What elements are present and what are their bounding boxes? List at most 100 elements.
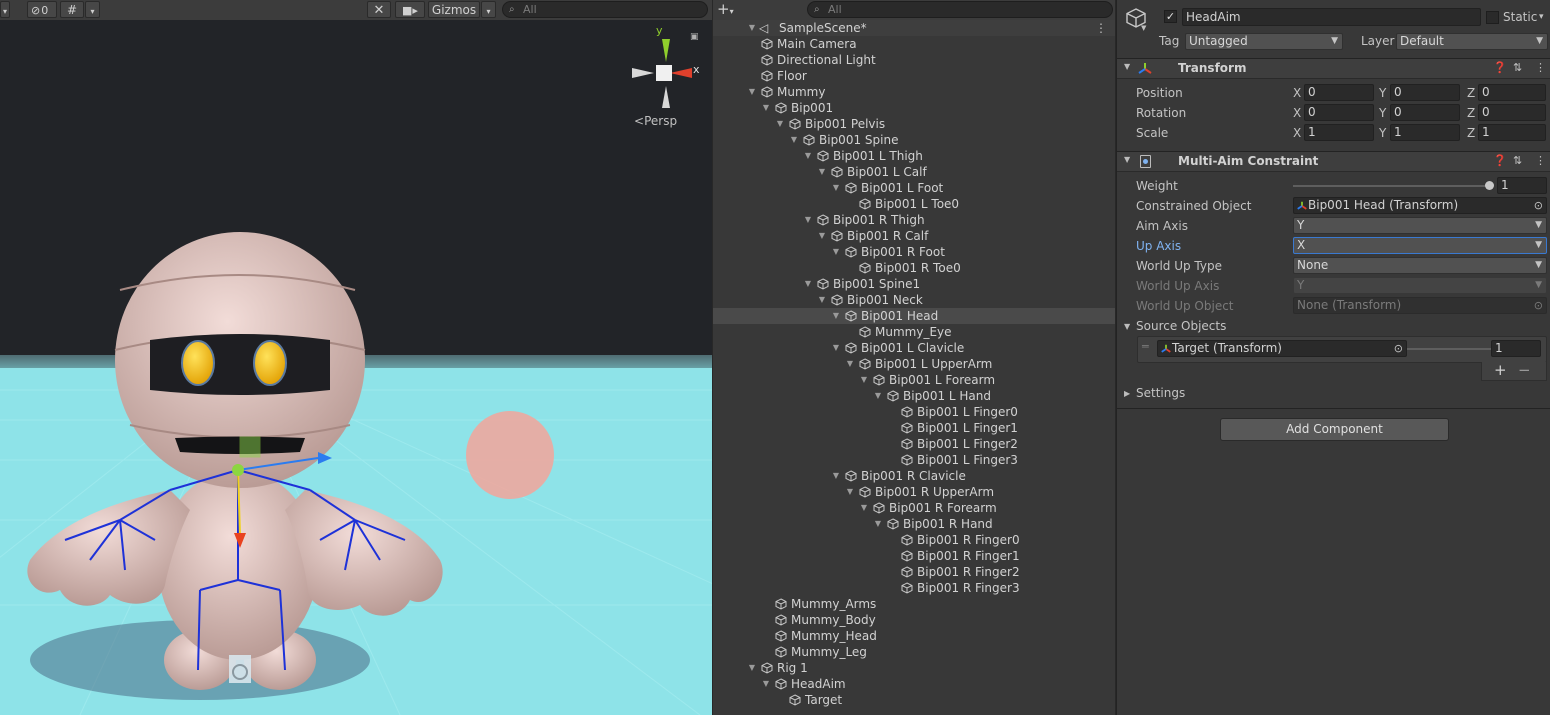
help-icon[interactable]: ❓ — [1493, 154, 1507, 167]
more-options-icon[interactable]: ⋮ — [1535, 61, 1546, 74]
help-icon[interactable]: ❓ — [1493, 61, 1507, 74]
position-z-axis-label[interactable]: Z — [1467, 86, 1475, 100]
expand-arrow-icon[interactable]: ▼ — [747, 660, 757, 676]
position-x-field[interactable]: 0 — [1304, 84, 1374, 101]
hierarchy-item[interactable]: Bip001 R Finger0 — [713, 532, 1115, 548]
lock-icon[interactable]: ▣ — [690, 32, 699, 42]
expand-arrow-icon[interactable]: ▼ — [831, 308, 841, 324]
expand-arrow-icon[interactable]: ▼ — [845, 356, 855, 372]
active-checkbox[interactable]: ✓ — [1164, 10, 1177, 23]
hierarchy-item[interactable]: Bip001 R Toe0 — [713, 260, 1115, 276]
weight-field[interactable]: 1 — [1497, 177, 1547, 194]
hierarchy-item[interactable]: ▼ Bip001 R Forearm — [713, 500, 1115, 516]
tools-button[interactable]: ✕ — [367, 1, 391, 18]
target-sphere[interactable] — [466, 411, 554, 499]
hierarchy-item[interactable]: Bip001 R Finger1 — [713, 548, 1115, 564]
expand-arrow-icon[interactable]: ▼ — [761, 100, 771, 116]
constrained-object-field[interactable]: Bip001 Head (Transform) ⊙ — [1293, 197, 1547, 214]
expand-arrow-icon[interactable]: ▼ — [831, 244, 841, 260]
hierarchy-item[interactable]: Target — [713, 692, 1115, 708]
hierarchy-item[interactable]: Bip001 L Toe0 — [713, 196, 1115, 212]
hierarchy-item[interactable]: ▼ Bip001 R Foot — [713, 244, 1115, 260]
scale-z-field[interactable]: 1 — [1478, 124, 1546, 141]
scale-y-axis-label[interactable]: Y — [1379, 126, 1386, 140]
hierarchy-item[interactable]: ▼ Rig 1 — [713, 660, 1115, 676]
hierarchy-item[interactable]: Mummy_Head — [713, 628, 1115, 644]
source-object-field[interactable]: Target (Transform) ⊙ — [1157, 340, 1407, 357]
world-up-type-dropdown[interactable]: None ▼ — [1293, 257, 1547, 274]
orientation-gizmo[interactable]: y x <Persp ▣ — [626, 24, 710, 138]
hierarchy-item[interactable]: Bip001 L Finger1 — [713, 420, 1115, 436]
gizmo-x-cone[interactable] — [670, 68, 692, 78]
expand-arrow-icon[interactable]: ▼ — [831, 340, 841, 356]
expand-arrow-icon[interactable]: ▼ — [803, 276, 813, 292]
hierarchy-item[interactable]: ▼ Bip001 Pelvis — [713, 116, 1115, 132]
scene-viewport[interactable]: y x <Persp ▣ — [0, 20, 712, 715]
rotation-x-axis-label[interactable]: X — [1293, 106, 1301, 120]
scale-z-axis-label[interactable]: Z — [1467, 126, 1475, 140]
hierarchy-item[interactable]: ▼ Bip001 — [713, 100, 1115, 116]
aim-axis-dropdown[interactable]: Y ▼ — [1293, 217, 1547, 234]
rotation-z-field[interactable]: 0 — [1478, 104, 1546, 121]
expand-arrow-icon[interactable]: ▼ — [859, 500, 869, 516]
expand-arrow-icon[interactable]: ▼ — [817, 292, 827, 308]
add-source-button[interactable]: + — [1494, 361, 1507, 379]
pivot-handle[interactable] — [232, 464, 244, 476]
hierarchy-item[interactable]: Bip001 L Finger2 — [713, 436, 1115, 452]
hierarchy-item[interactable]: Bip001 L Finger3 — [713, 452, 1115, 468]
presets-icon[interactable]: ⇅ — [1513, 61, 1522, 74]
rotation-y-field[interactable]: 0 — [1390, 104, 1460, 121]
expand-arrow-icon[interactable]: ▼ — [1124, 62, 1130, 71]
gizmo-neg-x-cone[interactable] — [632, 68, 654, 78]
hierarchy-item[interactable]: Bip001 R Finger3 — [713, 580, 1115, 596]
drag-handle-icon[interactable]: ═ — [1142, 340, 1149, 353]
camera-button[interactable]: ■▸ — [395, 1, 425, 18]
hierarchy-item[interactable]: ▼ Bip001 L Calf — [713, 164, 1115, 180]
weight-slider-knob[interactable] — [1485, 181, 1494, 190]
gizmo-y-cone[interactable] — [662, 39, 670, 62]
hierarchy-item[interactable]: Directional Light — [713, 52, 1115, 68]
hierarchy-item[interactable]: ▼ Bip001 L Hand — [713, 388, 1115, 404]
layer-dropdown[interactable]: Default ▼ — [1396, 33, 1548, 50]
object-name-field[interactable]: HeadAim — [1182, 8, 1481, 26]
expand-arrow-icon[interactable]: ▼ — [873, 516, 883, 532]
expand-arrow-icon[interactable]: ▼ — [831, 468, 841, 484]
rotation-x-field[interactable]: 0 — [1304, 104, 1374, 121]
remove-source-button[interactable]: − — [1518, 361, 1531, 379]
expand-arrow-icon[interactable]: ▼ — [761, 676, 771, 692]
hierarchy-item[interactable]: Mummy_Arms — [713, 596, 1115, 612]
hierarchy-item[interactable]: ▼ Bip001 Spine1 — [713, 276, 1115, 292]
hierarchy-item[interactable]: ▼ Bip001 R Clavicle — [713, 468, 1115, 484]
plane-handle[interactable] — [239, 436, 261, 458]
rotation-y-axis-label[interactable]: Y — [1379, 106, 1386, 120]
expand-arrow-icon[interactable]: ▼ — [803, 212, 813, 228]
scale-y-field[interactable]: 1 — [1390, 124, 1460, 141]
expand-arrow-icon[interactable]: ▼ — [817, 228, 827, 244]
expand-arrow-icon[interactable]: ▼ — [831, 180, 841, 196]
transform-header[interactable]: ▼ Transform ❓ ⇅ ⋮ — [1117, 58, 1550, 79]
presets-icon[interactable]: ⇅ — [1513, 154, 1522, 167]
position-y-field[interactable]: 0 — [1390, 84, 1460, 101]
hierarchy-item[interactable]: ▼ Bip001 L Clavicle — [713, 340, 1115, 356]
static-checkbox[interactable] — [1486, 11, 1499, 24]
more-options-icon[interactable]: ⋮ — [1535, 154, 1546, 167]
position-y-axis-label[interactable]: Y — [1379, 86, 1386, 100]
hierarchy-item[interactable]: ▼ Bip001 Head — [713, 308, 1115, 324]
more-options-icon[interactable]: ⋮ — [1095, 20, 1107, 36]
hierarchy-item[interactable]: ▼ Bip001 L Thigh — [713, 148, 1115, 164]
scale-x-field[interactable]: 1 — [1304, 124, 1374, 141]
expand-arrow-icon[interactable]: ▼ — [747, 20, 757, 36]
expand-arrow-icon[interactable]: ▼ — [859, 372, 869, 388]
hierarchy-item[interactable]: Main Camera — [713, 36, 1115, 52]
expand-arrow-icon[interactable]: ▼ — [1124, 322, 1130, 331]
scene-visibility-toggle[interactable]: ⊘0 — [27, 1, 57, 18]
grid-toggle-button[interactable]: # — [60, 1, 84, 18]
hierarchy-item[interactable]: Bip001 R Finger2 — [713, 564, 1115, 580]
grid-dropdown[interactable]: ▾ — [85, 1, 100, 18]
expand-arrow-icon[interactable]: ▼ — [873, 388, 883, 404]
expand-arrow-icon[interactable]: ▼ — [803, 148, 813, 164]
gizmo-center-cube[interactable] — [656, 65, 672, 81]
chevron-down-icon[interactable]: ▼ — [1141, 24, 1146, 32]
hierarchy-item[interactable]: Mummy_Eye — [713, 324, 1115, 340]
scene-search-input[interactable]: ⌕ All — [502, 1, 708, 18]
